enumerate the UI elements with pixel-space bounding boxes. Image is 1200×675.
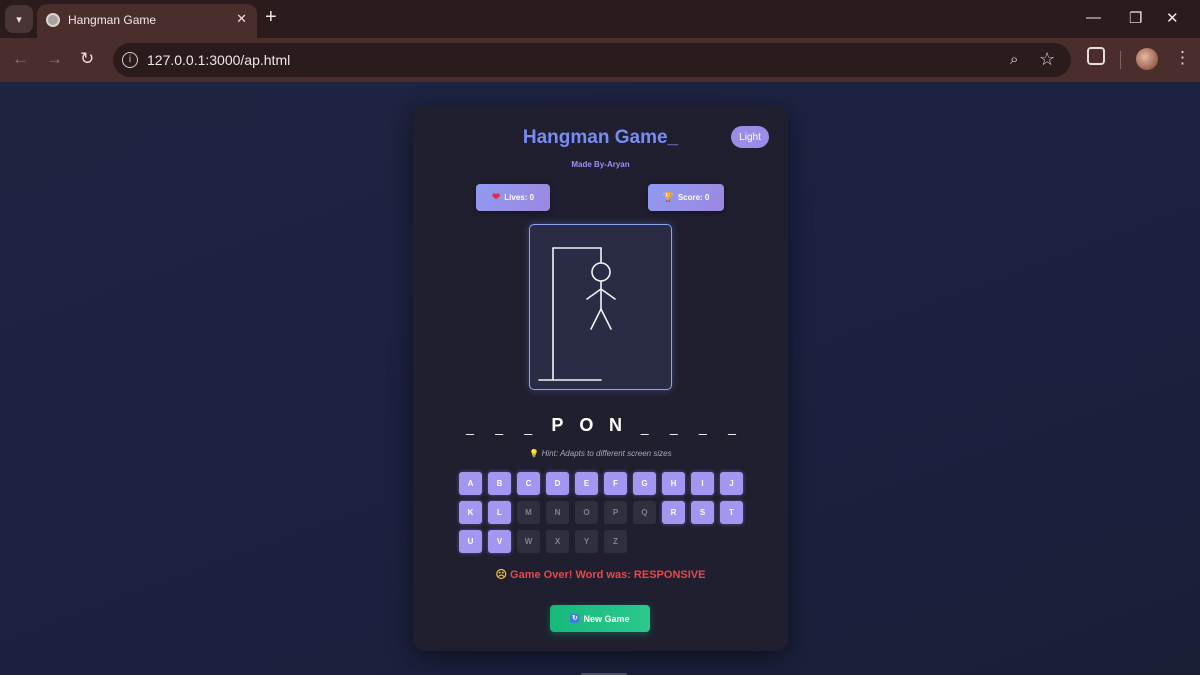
word-slot: N xyxy=(609,415,623,435)
key-b[interactable]: B xyxy=(488,472,511,495)
key-z[interactable]: Z xyxy=(604,530,627,553)
hangman-head xyxy=(591,262,611,282)
hangman-figure xyxy=(538,247,616,381)
hint-label: Hint: Adapts to different screen sizes xyxy=(541,449,672,458)
zoom-icon[interactable]: ⌕ xyxy=(1010,51,1018,68)
hangman-right-leg xyxy=(600,308,612,330)
word-slot: _ xyxy=(495,419,503,435)
new-game-button[interactable]: ↻ New Game xyxy=(550,605,650,632)
word-slot: _ xyxy=(669,419,678,435)
reload-icon[interactable]: ↻ xyxy=(80,49,94,69)
bookmark-star-icon[interactable]: ☆ xyxy=(1039,49,1055,70)
key-u[interactable]: U xyxy=(459,530,482,553)
window-close-icon[interactable]: ✕ xyxy=(1166,9,1179,27)
key-q[interactable]: Q xyxy=(633,501,656,524)
key-h[interactable]: H xyxy=(662,472,685,495)
browser-tab[interactable]: Hangman Game ✕ xyxy=(37,4,257,38)
made-by-credit: Made By-Aryan xyxy=(571,160,630,169)
key-l[interactable]: L xyxy=(488,501,511,524)
key-r[interactable]: R xyxy=(662,501,685,524)
new-game-label: New Game xyxy=(583,613,630,624)
page-viewport: Hangman Game_ Light Made By-Aryan ❤ Live… xyxy=(0,82,1200,675)
key-e[interactable]: E xyxy=(575,472,598,495)
extensions-puzzle-icon[interactable] xyxy=(1087,47,1105,65)
hangman-drawing xyxy=(529,224,672,390)
key-f[interactable]: F xyxy=(604,472,627,495)
word-slot: O xyxy=(579,415,594,435)
key-m[interactable]: M xyxy=(517,501,540,524)
heart-icon: ❤ xyxy=(491,192,501,203)
key-d[interactable]: D xyxy=(546,472,569,495)
refresh-icon: ↻ xyxy=(570,614,580,623)
hangman-left-arm xyxy=(586,288,602,300)
trophy-icon: 🏆 xyxy=(662,192,674,202)
key-c[interactable]: C xyxy=(517,472,540,495)
tab-search-button[interactable]: ▾ xyxy=(5,5,33,33)
key-n[interactable]: N xyxy=(546,501,569,524)
key-i[interactable]: I xyxy=(691,472,714,495)
hangman-right-arm xyxy=(600,288,616,300)
back-arrow-icon[interactable]: ← xyxy=(12,49,29,69)
minimize-icon[interactable]: — xyxy=(1086,9,1101,26)
key-w[interactable]: W xyxy=(517,530,540,553)
key-j[interactable]: J xyxy=(720,472,743,495)
key-s[interactable]: S xyxy=(691,501,714,524)
status-text: Game Over! Word was: RESPONSIVE xyxy=(510,569,706,581)
key-a[interactable]: A xyxy=(459,472,482,495)
key-x[interactable]: X xyxy=(546,530,569,553)
hint-text: 💡 Hint: Adapts to different screen sizes xyxy=(413,449,788,458)
toolbar-separator xyxy=(1120,51,1121,69)
lives-counter: ❤ Lives: 0 xyxy=(476,184,550,211)
game-status-message: ☹ Game Over! Word was: RESPONSIVE xyxy=(413,568,788,581)
key-v[interactable]: V xyxy=(488,530,511,553)
globe-icon xyxy=(46,13,60,27)
key-p[interactable]: P xyxy=(604,501,627,524)
key-t[interactable]: T xyxy=(720,501,743,524)
score-counter: 🏆 Score: 0 xyxy=(648,184,724,211)
word-slot: _ xyxy=(524,419,533,435)
key-y[interactable]: Y xyxy=(575,530,598,553)
word-slot: _ xyxy=(640,419,649,435)
site-info-icon[interactable]: i xyxy=(122,52,138,68)
lightbulb-icon: 💡 xyxy=(529,449,540,458)
lives-label: Lives: 0 xyxy=(504,193,535,202)
profile-avatar[interactable] xyxy=(1136,48,1158,70)
word-slot: P xyxy=(551,415,564,435)
word-slot: _ xyxy=(698,419,707,435)
address-bar[interactable]: i 127.0.0.1:3000/ap.html ⌕ ☆ xyxy=(113,43,1071,77)
tab-title: Hangman Game xyxy=(68,13,157,27)
url-text[interactable]: 127.0.0.1:3000/ap.html xyxy=(147,52,290,68)
key-o[interactable]: O xyxy=(575,501,598,524)
hangman-left-leg xyxy=(590,308,602,330)
word-slot: _ xyxy=(466,419,474,435)
theme-toggle-button[interactable]: Light xyxy=(731,126,769,148)
score-label: Score: 0 xyxy=(677,193,710,202)
browser-menu-icon[interactable]: ⋮ xyxy=(1174,48,1191,68)
browser-toolbar: ← → ↻ i 127.0.0.1:3000/ap.html ⌕ ☆ ⋮ xyxy=(0,38,1200,82)
browser-tab-bar: ▾ Hangman Game ✕ + — ❐ ✕ xyxy=(0,0,1200,38)
restore-icon[interactable]: ❐ xyxy=(1129,9,1142,27)
tab-close-icon[interactable]: ✕ xyxy=(236,11,247,27)
word-display: _ _ _ P O N _ _ _ _ xyxy=(461,408,741,436)
word-slot: _ xyxy=(728,419,736,435)
key-g[interactable]: G xyxy=(633,472,656,495)
new-tab-button[interactable]: + xyxy=(265,7,277,27)
forward-arrow-icon[interactable]: → xyxy=(46,49,63,69)
sad-face-icon: ☹ xyxy=(495,569,507,581)
key-k[interactable]: K xyxy=(459,501,482,524)
game-card: Hangman Game_ Light Made By-Aryan ❤ Live… xyxy=(413,106,788,651)
